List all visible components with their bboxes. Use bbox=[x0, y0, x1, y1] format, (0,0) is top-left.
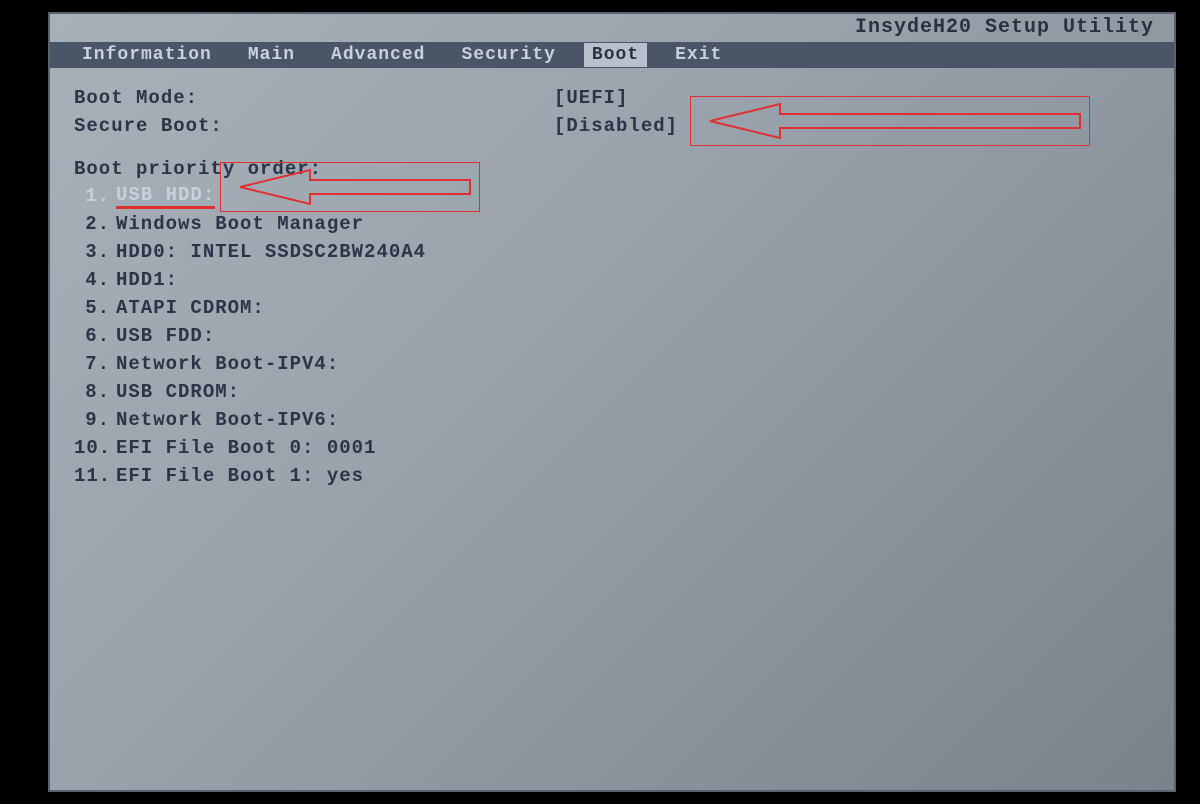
boot-item-label: USB CDROM: bbox=[116, 381, 240, 403]
boot-item-10[interactable]: 10. EFI File Boot 0: 0001 bbox=[74, 434, 1150, 462]
boot-mode-row[interactable]: Boot Mode: [UEFI] bbox=[74, 84, 1150, 112]
boot-priority-header: Boot priority order: bbox=[74, 158, 1150, 180]
boot-item-num: 9. bbox=[74, 409, 110, 431]
menu-security[interactable]: Security bbox=[453, 43, 563, 67]
boot-item-label: EFI File Boot 0: 0001 bbox=[116, 437, 376, 459]
boot-item-num: 3. bbox=[74, 241, 110, 263]
boot-mode-value[interactable]: [UEFI] bbox=[554, 87, 628, 109]
secure-boot-label: Secure Boot: bbox=[74, 115, 554, 137]
boot-item-num: 1. bbox=[74, 185, 110, 207]
menu-advanced[interactable]: Advanced bbox=[323, 43, 433, 67]
boot-item-label: HDD1: bbox=[116, 269, 178, 291]
secure-boot-value[interactable]: [Disabled] bbox=[554, 115, 678, 137]
boot-item-11[interactable]: 11. EFI File Boot 1: yes bbox=[74, 462, 1150, 490]
menu-main[interactable]: Main bbox=[240, 43, 303, 67]
boot-item-4[interactable]: 4. HDD1: bbox=[74, 266, 1150, 294]
boot-mode-label: Boot Mode: bbox=[74, 87, 554, 109]
boot-item-num: 10. bbox=[74, 437, 110, 459]
boot-item-label: USB FDD: bbox=[116, 325, 215, 347]
boot-item-label: USB HDD: bbox=[116, 184, 215, 209]
boot-item-num: 8. bbox=[74, 381, 110, 403]
boot-item-5[interactable]: 5. ATAPI CDROM: bbox=[74, 294, 1150, 322]
boot-item-num: 5. bbox=[74, 297, 110, 319]
secure-boot-row[interactable]: Secure Boot: [Disabled] bbox=[74, 112, 1150, 140]
boot-item-6[interactable]: 6. USB FDD: bbox=[74, 322, 1150, 350]
boot-item-8[interactable]: 8. USB CDROM: bbox=[74, 378, 1150, 406]
boot-item-9[interactable]: 9. Network Boot-IPV6: bbox=[74, 406, 1150, 434]
boot-item-label: Windows Boot Manager bbox=[116, 213, 364, 235]
menu-boot[interactable]: Boot bbox=[584, 43, 647, 67]
boot-item-label: ATAPI CDROM: bbox=[116, 297, 265, 319]
boot-item-label: HDD0: INTEL SSDSC2BW240A4 bbox=[116, 241, 426, 263]
menu-exit[interactable]: Exit bbox=[667, 43, 730, 67]
boot-item-3[interactable]: 3. HDD0: INTEL SSDSC2BW240A4 bbox=[74, 238, 1150, 266]
boot-item-1[interactable]: 1. USB HDD: bbox=[74, 182, 1150, 210]
boot-item-label: Network Boot-IPV6: bbox=[116, 409, 339, 431]
utility-title: InsydeH20 Setup Utility bbox=[855, 16, 1154, 39]
bios-screen: InsydeH20 Setup Utility Information Main… bbox=[48, 12, 1176, 792]
boot-item-label: Network Boot-IPV4: bbox=[116, 353, 339, 375]
boot-item-2[interactable]: 2. Windows Boot Manager bbox=[74, 210, 1150, 238]
boot-item-num: 11. bbox=[74, 465, 110, 487]
boot-item-num: 4. bbox=[74, 269, 110, 291]
boot-item-7[interactable]: 7. Network Boot-IPV4: bbox=[74, 350, 1150, 378]
menu-information[interactable]: Information bbox=[74, 43, 220, 67]
boot-item-num: 7. bbox=[74, 353, 110, 375]
boot-item-num: 6. bbox=[74, 325, 110, 347]
boot-item-num: 2. bbox=[74, 213, 110, 235]
menu-bar: Information Main Advanced Security Boot … bbox=[50, 42, 1174, 68]
boot-item-label: EFI File Boot 1: yes bbox=[116, 465, 364, 487]
content-panel: Boot Mode: [UEFI] Secure Boot: [Disabled… bbox=[74, 84, 1150, 490]
